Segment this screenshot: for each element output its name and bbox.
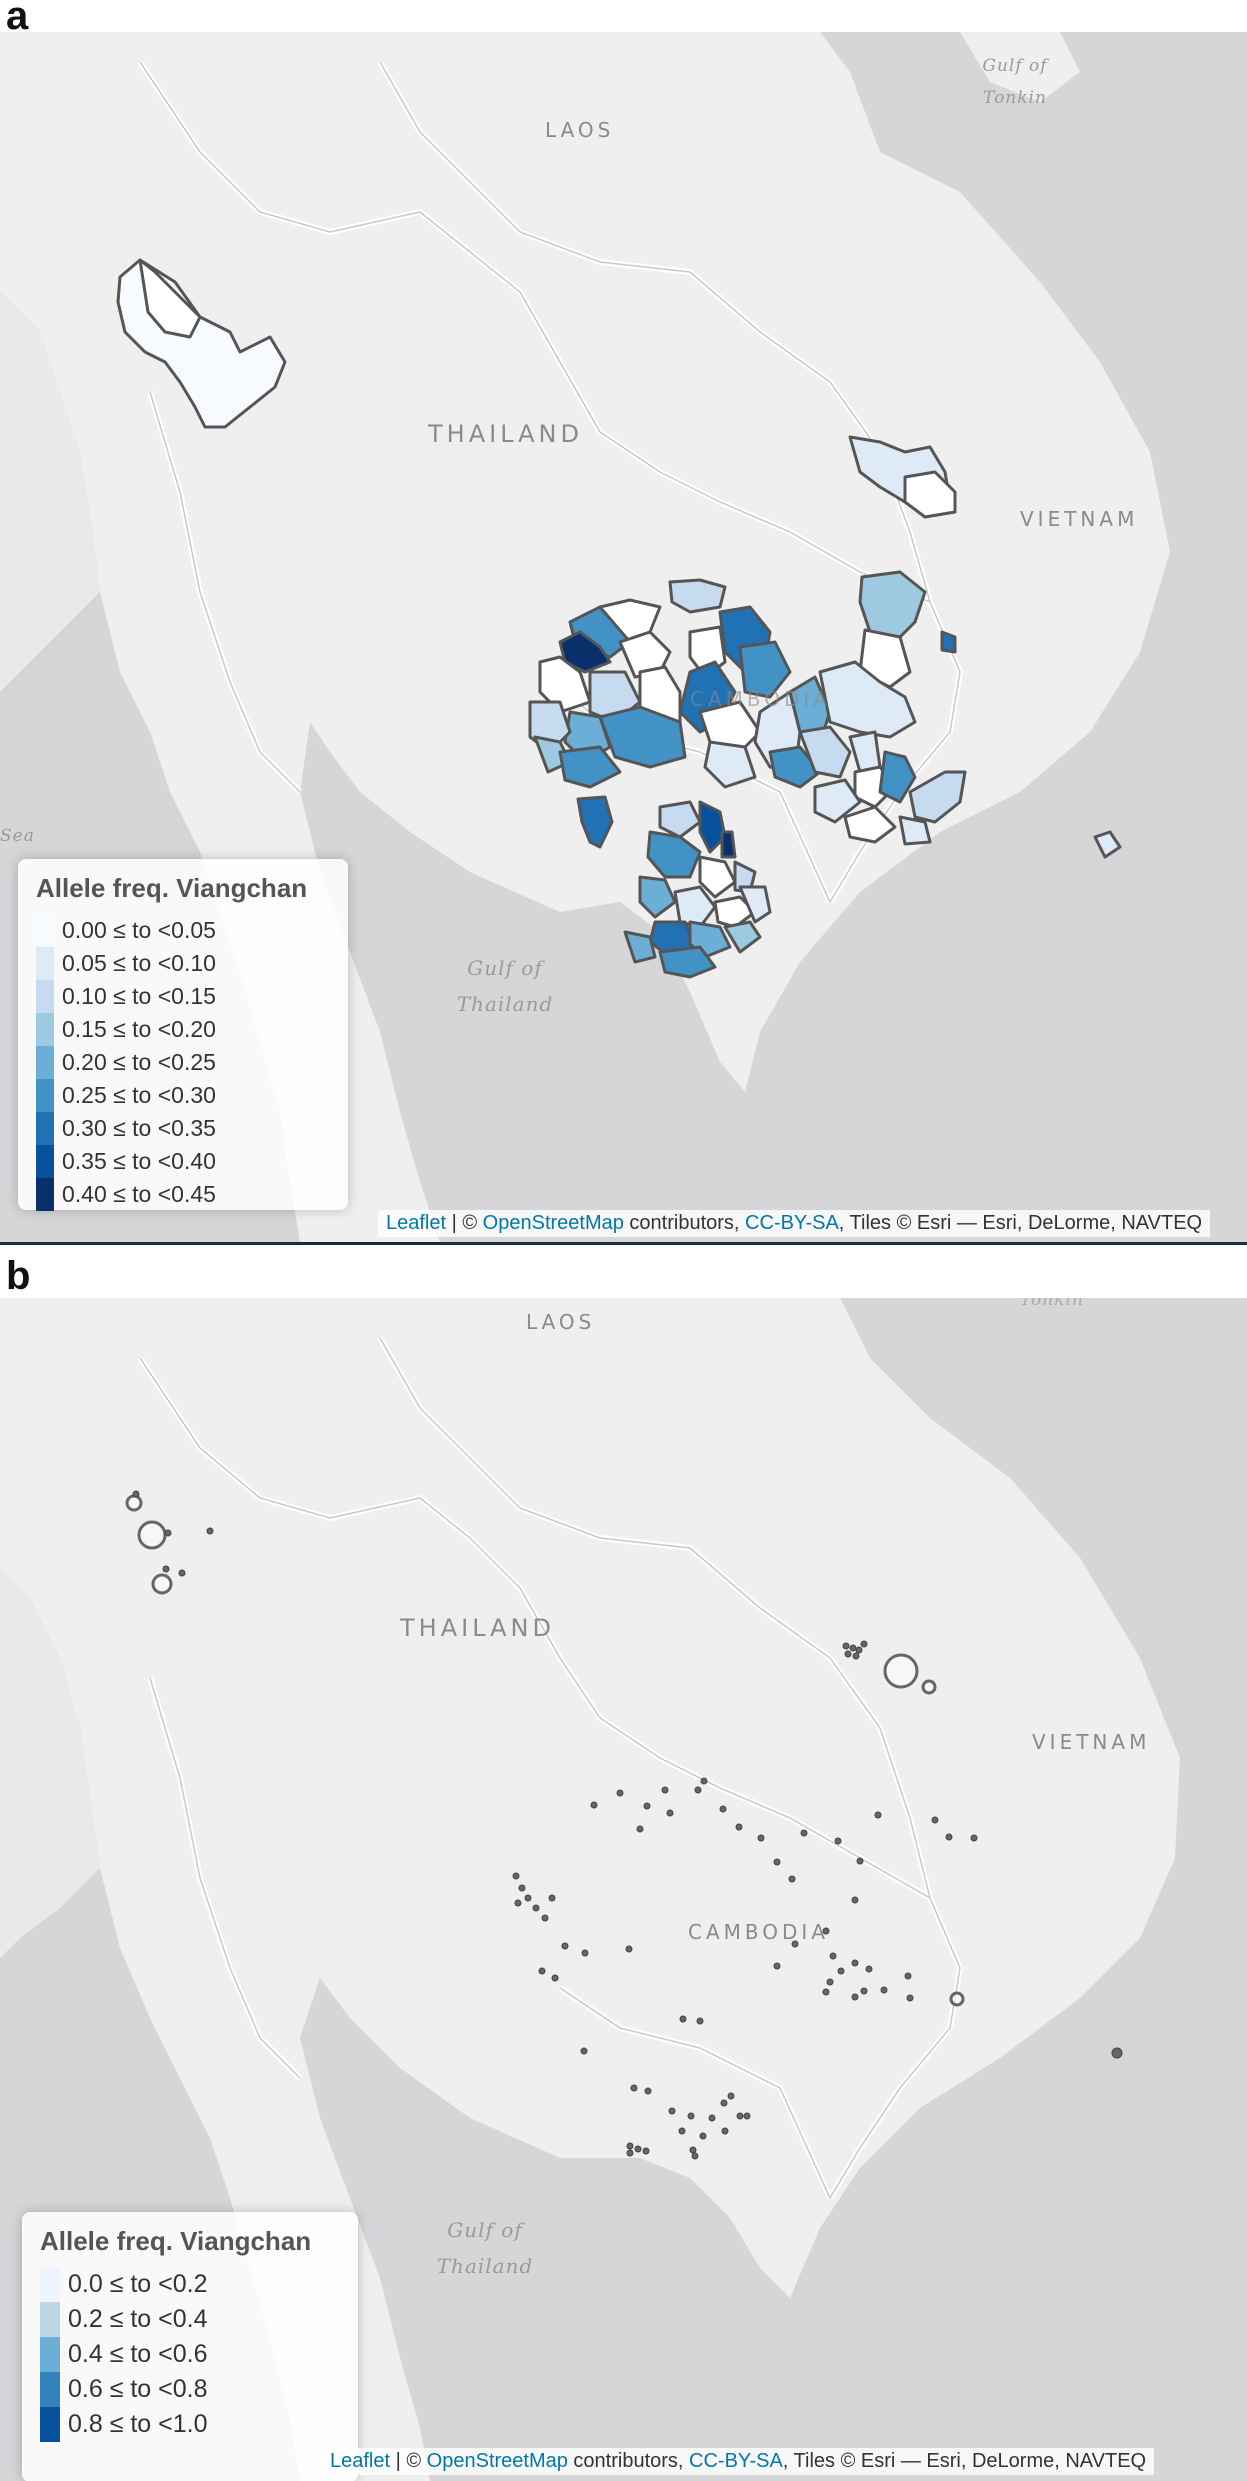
leaflet-link[interactable]: Leaflet xyxy=(330,2450,390,2472)
label-tonkin-partial: Tonkin xyxy=(1020,1298,1084,1310)
legend-label: 0.2 ≤ to <0.4 xyxy=(68,2305,208,2333)
label-gulf-of-thailand: Gulf of Thailand xyxy=(456,956,554,1016)
legend-item: 0.10 ≤ to <0.15 xyxy=(36,980,330,1013)
map-attribution-b: Leaflet | © OpenStreetMap contributors, … xyxy=(322,2448,1155,2475)
legend-swatch xyxy=(36,1046,54,1079)
legend-item: 0.00 ≤ to <0.05 xyxy=(36,914,330,947)
legend-title: Allele freq. Viangchan xyxy=(40,2226,312,2256)
panel-b-letter: b xyxy=(6,1254,31,1298)
legend-item: 0.2 ≤ to <0.4 xyxy=(40,2302,340,2337)
label-vietnam: VIETNAM xyxy=(1032,1730,1151,1754)
legend-swatch xyxy=(40,2337,60,2372)
legend-swatch xyxy=(40,2267,60,2302)
legend-item: 0.25 ≤ to <0.30 xyxy=(36,1079,330,1112)
legend-item: 0.15 ≤ to <0.20 xyxy=(36,1013,330,1046)
legend-label: 0.15 ≤ to <0.20 xyxy=(62,1016,216,1042)
legend-item: 0.05 ≤ to <0.10 xyxy=(36,947,330,980)
legend-label: 0.00 ≤ to <0.05 xyxy=(62,917,216,943)
legend-panel-a: Allele freq. Viangchan 0.00 ≤ to <0.05 0.… xyxy=(18,859,348,1211)
legend-swatch xyxy=(36,1079,54,1112)
legend-label: 0.35 ≤ to <0.40 xyxy=(62,1148,216,1174)
label-cambodia: CAMBODIA xyxy=(688,1920,829,1944)
legend-item: 0.20 ≤ to <0.25 xyxy=(36,1046,330,1079)
legend-label: 0.0 ≤ to <0.2 xyxy=(68,2270,208,2298)
legend-item: 0.8 ≤ to <1.0 xyxy=(40,2407,340,2442)
label-gulf-of-tonkin: Gulf of Tonkin xyxy=(982,56,1048,108)
legend-label: 0.25 ≤ to <0.30 xyxy=(62,1082,216,1108)
legend-swatch xyxy=(36,980,54,1013)
legend-label: 0.4 ≤ to <0.6 xyxy=(68,2340,208,2368)
legend-title: Allele freq. Viangchan xyxy=(36,873,308,903)
map-panel-a[interactable]: THAILAND LAOS VIETNAM CAMBODIA Gulf of To… xyxy=(0,32,1247,1242)
legend-label: 0.20 ≤ to <0.25 xyxy=(62,1049,216,1075)
legend-swatch xyxy=(40,2407,60,2442)
legend-swatch xyxy=(36,914,54,947)
cc-by-sa-link[interactable]: CC-BY-SA xyxy=(689,2450,783,2472)
label-sea: Sea xyxy=(0,826,35,846)
label-laos: LAOS xyxy=(545,118,615,142)
map-attribution-a: Leaflet | © OpenStreetMap contributors, … xyxy=(378,1210,1211,1237)
legend-label: 0.05 ≤ to <0.10 xyxy=(62,950,216,976)
legend-item: 0.0 ≤ to <0.2 xyxy=(40,2267,340,2302)
leaflet-link[interactable]: Leaflet xyxy=(386,1212,446,1234)
legend-swatch xyxy=(36,947,54,980)
cc-by-sa-link[interactable]: CC-BY-SA xyxy=(745,1212,839,1234)
legend-swatch xyxy=(36,1145,54,1178)
legend-item: 0.40 ≤ to <0.45 xyxy=(36,1178,330,1211)
legend-label: 0.10 ≤ to <0.15 xyxy=(62,983,216,1009)
legend-swatch xyxy=(36,1112,54,1145)
legend-swatch xyxy=(40,2372,60,2407)
label-thailand: THAILAND xyxy=(428,420,583,448)
label-laos: LAOS xyxy=(526,1310,596,1334)
legend-swatch xyxy=(36,1013,54,1046)
map-panel-b[interactable]: LAOS THAILAND VIETNAM CAMBODIA Tonkin Gu… xyxy=(0,1298,1247,2481)
legend-label: 0.6 ≤ to <0.8 xyxy=(68,2375,208,2403)
legend-item: 0.6 ≤ to <0.8 xyxy=(40,2372,340,2407)
legend-label: 0.8 ≤ to <1.0 xyxy=(68,2410,208,2438)
legend-swatch xyxy=(40,2302,60,2337)
legend-item: 0.35 ≤ to <0.40 xyxy=(36,1145,330,1178)
legend-label: 0.30 ≤ to <0.35 xyxy=(62,1115,216,1141)
legend-item: 0.30 ≤ to <0.35 xyxy=(36,1112,330,1145)
legend-swatch xyxy=(36,1178,54,1211)
label-thailand: THAILAND xyxy=(400,1614,555,1642)
legend-label: 0.40 ≤ to <0.45 xyxy=(62,1181,216,1207)
legend-item: 0.4 ≤ to <0.6 xyxy=(40,2337,340,2372)
panel-separator xyxy=(0,1242,1247,1245)
label-vietnam: VIETNAM xyxy=(1020,507,1139,531)
openstreetmap-link[interactable]: OpenStreetMap xyxy=(427,2450,568,2472)
label-cambodia: CAMBODIA xyxy=(690,687,831,711)
legend-panel-b: Allele freq. Viangchan 0.0 ≤ to <0.2 0.2 … xyxy=(22,2212,358,2481)
openstreetmap-link[interactable]: OpenStreetMap xyxy=(483,1212,624,1234)
label-gulf-of-thailand: Gulf of Thailand xyxy=(436,2218,534,2278)
